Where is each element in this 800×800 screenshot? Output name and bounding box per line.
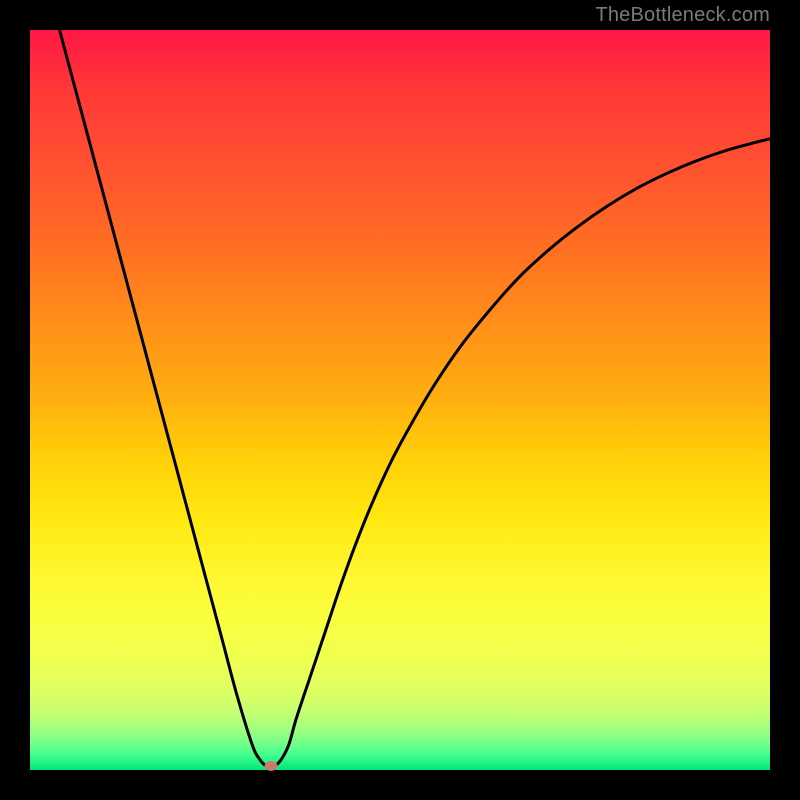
bottleneck-curve-path [60,30,770,767]
curve-svg [30,30,770,770]
plot-area [30,30,770,770]
bottleneck-chart: TheBottleneck.com [0,0,800,800]
optimal-point-marker [264,761,277,771]
watermark-text: TheBottleneck.com [595,4,770,27]
